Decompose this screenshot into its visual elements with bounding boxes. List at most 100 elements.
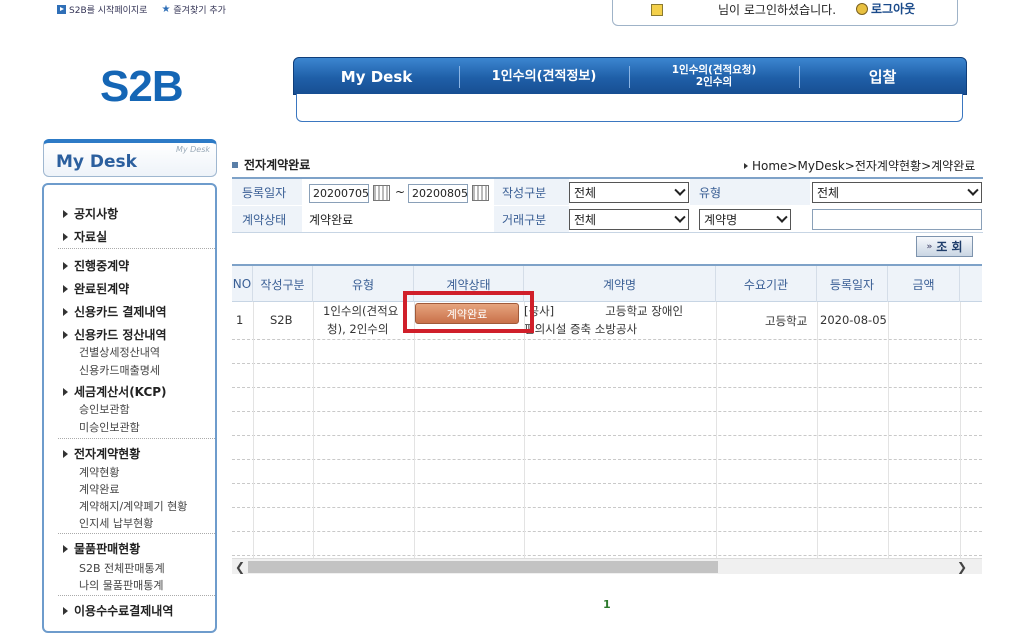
calendar-icon[interactable]: [373, 185, 390, 201]
breadcrumb: Home>MyDesk>전자계약현황>계약완료: [744, 157, 975, 174]
sidebar-item-s2b-stats[interactable]: S2B 전체판매통계: [79, 560, 165, 576]
cell-reg-date: 2020-08-05: [820, 313, 887, 327]
scroll-right-icon[interactable]: ❯: [956, 560, 968, 574]
memo-icon: [651, 4, 663, 16]
sidebar-item-notice[interactable]: 공지사항: [63, 205, 118, 222]
col-contract-name: 계약명: [524, 266, 716, 302]
horizontal-scrollbar[interactable]: ❮ ❯: [232, 558, 982, 574]
double-chevron-icon: »: [926, 241, 933, 252]
date-to-input[interactable]: 20200805: [408, 184, 468, 203]
table-row-empty: [232, 532, 982, 556]
sidebar-item-e-contract[interactable]: 전자계약현황: [63, 445, 140, 462]
trade-type-select[interactable]: 전체: [569, 209, 689, 230]
col-line: [888, 302, 889, 558]
cell-no: 1: [236, 313, 244, 327]
sidebar-title: My Desk: [56, 152, 137, 172]
type-label: 유형: [690, 179, 810, 205]
top-links: S2B를 시작페이지로 ★ 즐겨찾기 추가: [57, 3, 226, 16]
contract-table: NO 작성구분 유형 계약상태 계약명 수요기관 등록일자 금액 1 S2B 1…: [232, 264, 982, 558]
sidebar-item-detail-settlement[interactable]: 건별상세정산내역: [79, 344, 160, 360]
table-row-empty: [232, 340, 982, 364]
sidebar-item-contract-complete[interactable]: 계약완료: [79, 481, 119, 497]
table-row-empty: [232, 508, 982, 532]
star-icon: ★: [161, 4, 171, 15]
col-line: [414, 302, 415, 558]
col-line: [960, 302, 961, 558]
cell-contract-name-line1[interactable]: [공사] 고등학교 장애인: [524, 303, 683, 319]
sidebar-item-card-payment[interactable]: 신용카드 결제내역: [63, 303, 167, 320]
sidebar-item-ongoing[interactable]: 진행중계약: [63, 257, 129, 274]
nav-mydesk[interactable]: My Desk: [294, 58, 459, 96]
sidebar-item-stamp-tax[interactable]: 인지세 납부현황: [79, 515, 153, 531]
sidebar-title-small: My Desk: [175, 145, 210, 154]
table-row-empty: [232, 388, 982, 412]
col-reg-date: 등록일자: [817, 266, 888, 302]
logo[interactable]: S2B: [100, 62, 184, 112]
table-row[interactable]: 1 S2B 1인수의(견적요 청), 2인수의 [공사] 고등학교 장애인 편의…: [232, 302, 982, 340]
table-header: NO 작성구분 유형 계약상태 계약명 수요기관 등록일자 금액: [232, 266, 982, 302]
sidebar-item-tax-invoice[interactable]: 세금계산서(KCP): [63, 383, 167, 400]
logout-icon: [856, 2, 868, 15]
sidebar-item-card-settlement[interactable]: 신용카드 정산내역: [63, 326, 167, 343]
sidebar-item-contract-cancel[interactable]: 계약해지/계약폐기 현황: [79, 498, 187, 514]
main-nav: My Desk 1인수의(견적정보) 1인수의(견적요청) 2인수의 입찰: [293, 57, 967, 95]
cell-contract-name-line2[interactable]: 편의시설 증축 소방공사: [524, 321, 637, 337]
write-type-label: 작성구분: [494, 179, 569, 205]
write-type-select[interactable]: 전체: [569, 182, 689, 203]
col-line: [817, 302, 818, 558]
chevron-down-icon: [674, 184, 686, 196]
highlight-box: [403, 291, 534, 333]
col-write-type: 작성구분: [253, 266, 313, 302]
sidebar-item-my-stats[interactable]: 나의 물품판매통계: [79, 577, 163, 593]
sidebar-item-approved[interactable]: 승인보관함: [79, 401, 130, 417]
divider: [58, 595, 215, 596]
col-line: [524, 302, 525, 558]
date-from-input[interactable]: 20200705: [309, 184, 369, 203]
contract-name-input[interactable]: [812, 209, 982, 230]
contract-name-select[interactable]: 계약명: [699, 209, 791, 230]
scroll-left-icon[interactable]: ❮: [234, 560, 246, 574]
sidebar-item-completed[interactable]: 완료된계약: [63, 280, 129, 297]
cell-write-type: S2B: [270, 313, 293, 327]
sidebar-title-box: My Desk My Desk: [43, 139, 217, 177]
bookmark-link[interactable]: ★ 즐겨찾기 추가: [161, 3, 226, 16]
sidebar-item-unapproved[interactable]: 미승인보관함: [79, 419, 140, 435]
sidebar-item-fee-payment[interactable]: 이용수수료결제내역: [63, 602, 173, 619]
sidebar-item-contract-status[interactable]: 계약현황: [79, 464, 119, 480]
nav-quote-request[interactable]: 1인수의(견적요청) 2인수의: [629, 58, 799, 96]
table-row-empty: [232, 412, 982, 436]
filter-panel: 등록일자 20200705 ~ 20200805 작성구분 전체 유형 전체 계…: [232, 177, 983, 233]
col-agency: 수요기관: [716, 266, 817, 302]
cell-type-line2: 청), 2인수의: [327, 322, 389, 336]
contract-status-value: 계약완료: [309, 213, 354, 227]
calendar-icon[interactable]: [472, 185, 489, 201]
col-line: [716, 302, 717, 558]
table-row-empty: [232, 436, 982, 460]
page-title: 전자계약완료: [232, 156, 310, 173]
scroll-thumb[interactable]: [248, 561, 718, 573]
sidebar-item-archive[interactable]: 자료실: [63, 228, 107, 245]
chevron-down-icon: [776, 211, 788, 223]
divider: [58, 248, 215, 249]
nav-quote-info[interactable]: 1인수의(견적정보): [459, 58, 629, 96]
trade-type-label: 거래구분: [494, 206, 569, 232]
type-select[interactable]: 전체: [812, 182, 982, 203]
chevron-down-icon: [674, 211, 686, 223]
search-button[interactable]: » 조 회: [916, 236, 973, 257]
login-box: 님이 로그인하셨습니다. 로그아웃: [612, 0, 958, 26]
sidebar-item-card-sales[interactable]: 신용카드매출명세: [79, 362, 160, 378]
page-number[interactable]: 1: [603, 598, 611, 611]
arrow-icon: [57, 5, 66, 14]
sidebar: 공지사항 자료실 진행중계약 완료된계약 신용카드 결제내역 신용카드 정산내역…: [42, 183, 217, 633]
sidebar-item-product-sales[interactable]: 물품판매현황: [63, 540, 140, 557]
divider: [58, 533, 215, 534]
start-page-link[interactable]: S2B를 시작페이지로: [57, 3, 147, 16]
sub-nav: [296, 94, 963, 122]
logout-link[interactable]: 로그아웃: [856, 0, 915, 17]
nav-bid[interactable]: 입찰: [799, 58, 966, 96]
col-amount: 금액: [888, 266, 960, 302]
col-line: [253, 302, 254, 558]
chevron-down-icon: [967, 184, 979, 196]
cell-type-line1: 1인수의(견적요: [323, 304, 399, 318]
col-line: [313, 302, 314, 558]
